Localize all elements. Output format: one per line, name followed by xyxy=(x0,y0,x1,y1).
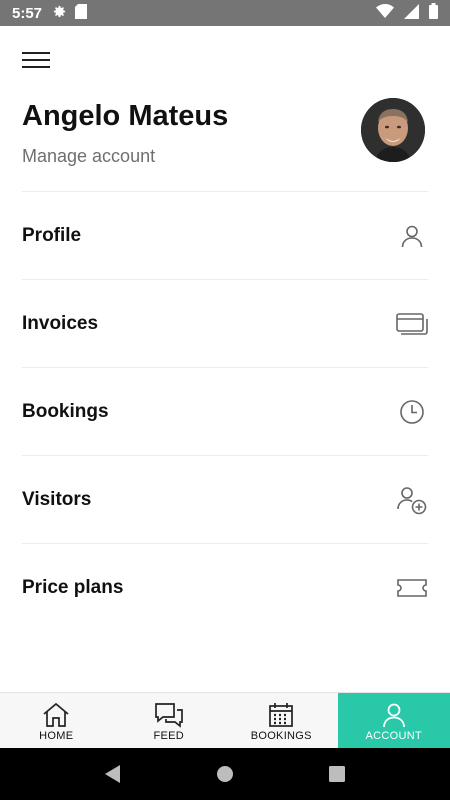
home-icon xyxy=(42,700,70,730)
gear-icon xyxy=(52,4,67,23)
nav-home[interactable]: HOME xyxy=(0,693,113,749)
menu-item-profile[interactable]: Profile xyxy=(22,191,428,279)
user-name: Angelo Mateus xyxy=(22,100,229,132)
menu-item-label: Bookings xyxy=(22,400,109,422)
nav-home-label: HOME xyxy=(39,730,74,742)
bottom-nav: HOME FEED BOOKINGS ACCOUNT xyxy=(0,692,450,749)
battery-icon xyxy=(429,3,438,23)
account-menu: Profile Invoices Bookings Visitors Price… xyxy=(22,191,428,631)
manage-account-link[interactable]: Manage account xyxy=(22,146,155,167)
nav-account[interactable]: ACCOUNT xyxy=(337,693,450,749)
signal-icon xyxy=(404,3,419,23)
menu-item-visitors[interactable]: Visitors xyxy=(22,455,428,543)
chat-icon xyxy=(154,700,184,730)
status-bar: 5:57 xyxy=(0,0,450,26)
wifi-icon xyxy=(376,4,394,22)
menu-item-bookings[interactable]: Bookings xyxy=(22,367,428,455)
person-icon xyxy=(396,220,428,252)
home-circle-icon[interactable] xyxy=(216,765,234,783)
person-icon xyxy=(382,700,406,730)
clock-icon xyxy=(396,396,428,428)
calendar-icon xyxy=(268,700,294,730)
system-nav-bar xyxy=(0,748,450,800)
menu-item-label: Profile xyxy=(22,224,82,246)
recents-icon[interactable] xyxy=(329,766,345,782)
nav-bookings[interactable]: BOOKINGS xyxy=(225,693,338,749)
add-person-icon xyxy=(396,484,428,516)
nav-feed[interactable]: FEED xyxy=(113,693,226,749)
menu-item-price-plans[interactable]: Price plans xyxy=(22,543,428,631)
menu-item-invoices[interactable]: Invoices xyxy=(22,279,428,367)
nav-account-label: ACCOUNT xyxy=(365,730,422,742)
nav-feed-label: FEED xyxy=(153,730,185,742)
back-icon[interactable] xyxy=(105,765,121,783)
menu-item-label: Visitors xyxy=(22,488,92,510)
avatar[interactable] xyxy=(361,98,425,162)
hamburger-icon[interactable] xyxy=(22,48,50,72)
sd-card-icon xyxy=(75,3,88,23)
ticket-icon xyxy=(396,572,428,604)
menu-item-label: Price plans xyxy=(22,576,124,598)
nav-bookings-label: BOOKINGS xyxy=(250,730,312,742)
cards-icon xyxy=(396,308,428,340)
menu-item-label: Invoices xyxy=(22,312,99,334)
status-time: 5:57 xyxy=(12,4,43,22)
